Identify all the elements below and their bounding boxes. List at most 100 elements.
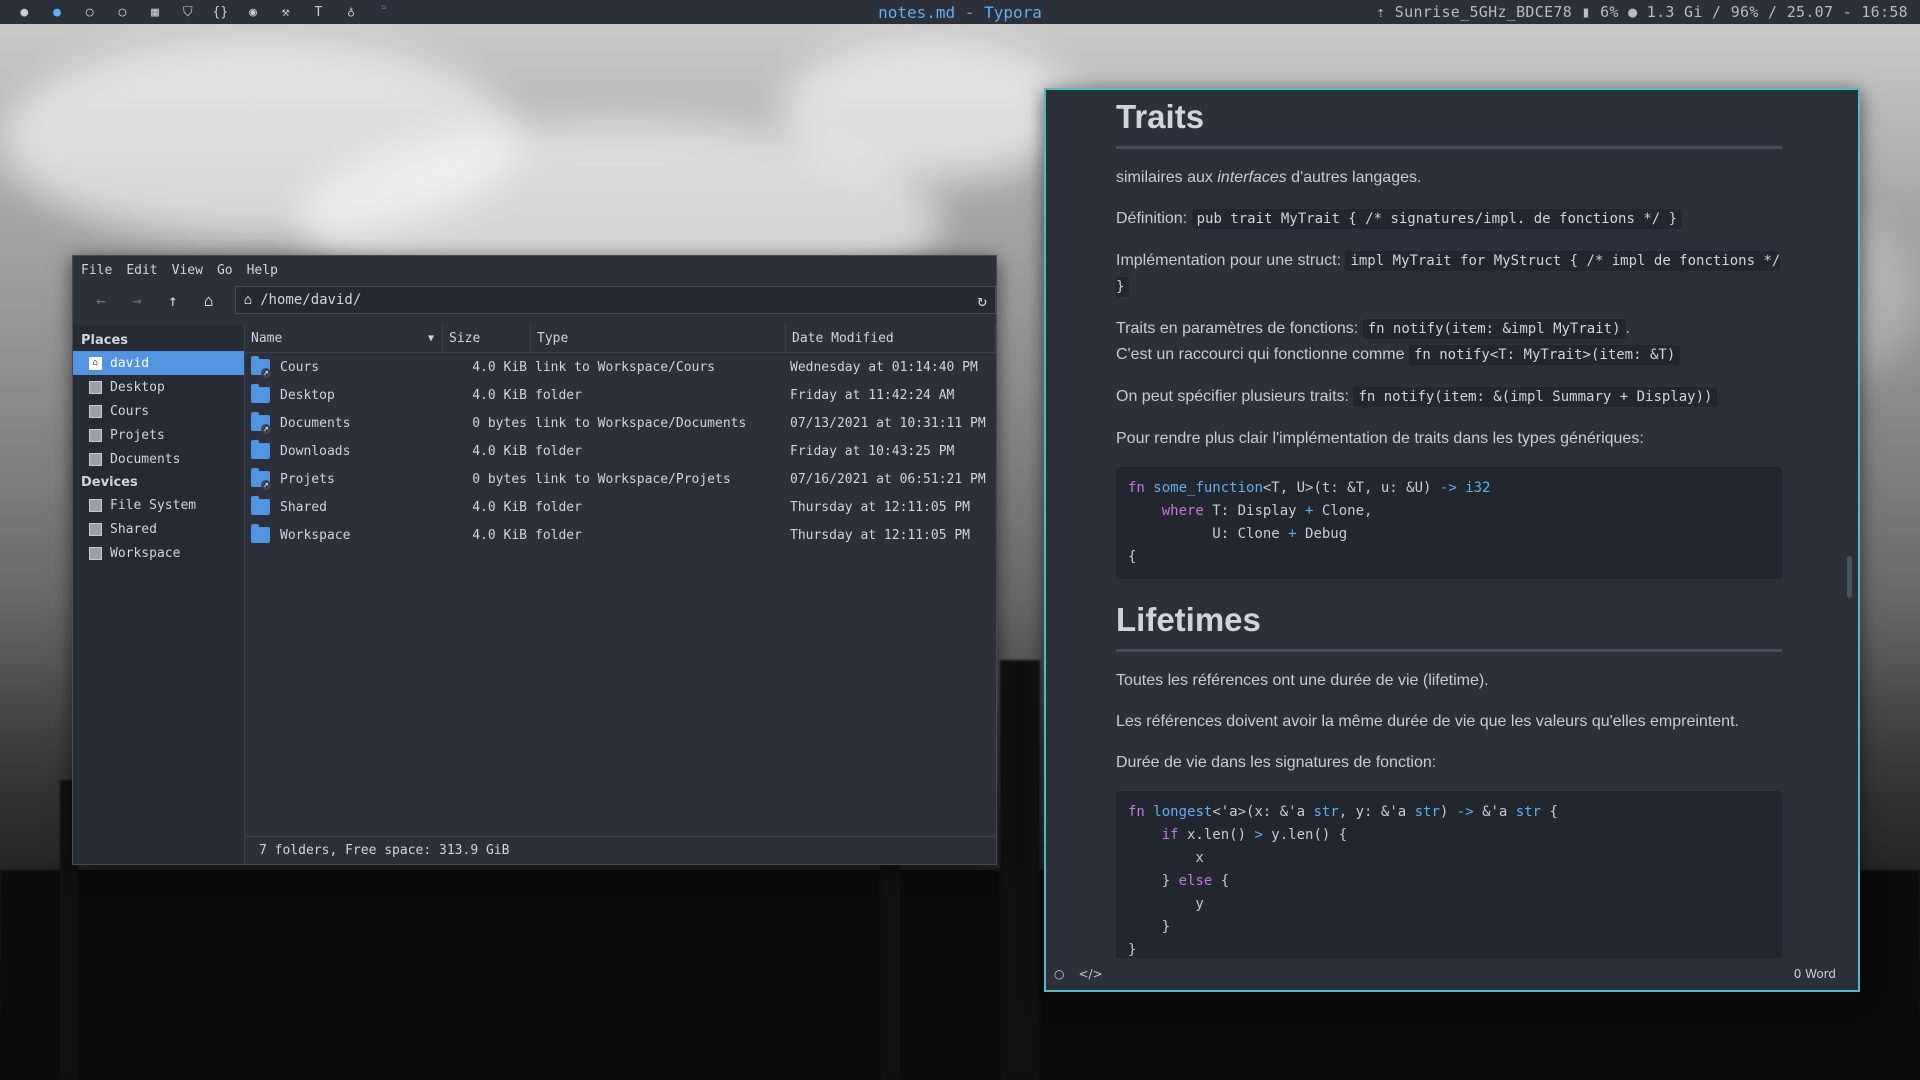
paragraph: Implémentation pour une struct: impl MyT… [1116, 248, 1782, 300]
sidebar-item-label: Shared [110, 521, 157, 537]
sidebar-item-label: david [110, 355, 150, 371]
file-size: 4.0 KiB [472, 359, 527, 375]
file-type: link to Workspace/Cours [535, 359, 716, 375]
file-name: Projets [280, 471, 335, 487]
menu-help[interactable]: Help [247, 263, 278, 278]
workspace-3-icon[interactable]: ○ [73, 0, 106, 24]
dot-icon[interactable]: ▫ [367, 0, 400, 24]
workspace-2-icon[interactable]: ● [41, 0, 74, 24]
text-icon[interactable]: T [302, 0, 335, 24]
sidebar-item-file-system[interactable]: File System [73, 493, 244, 517]
table-row[interactable]: Documents 0 bytes link to Workspace/Docume… [245, 409, 996, 437]
folder-icon [89, 380, 102, 394]
column-type[interactable]: Type [531, 325, 786, 352]
shield-icon[interactable]: ⛉ [171, 0, 204, 24]
sidebar-item-projets[interactable]: Projets [73, 423, 244, 447]
table-row[interactable]: Projets 0 bytes link to Workspace/Projets 0… [245, 465, 996, 493]
menu-file[interactable]: File [81, 263, 112, 278]
column-size[interactable]: Size [443, 325, 531, 352]
file-rows: Cours 4.0 KiB link to Workspace/Cours Wedne… [245, 353, 996, 549]
status-bar: 7 folders, Free space: 313.9 GiB [245, 836, 996, 864]
text: C'est un raccourci qui fonctionne comme [1116, 346, 1409, 363]
menu-go[interactable]: Go [217, 263, 233, 278]
file-name-cell: Downloads [245, 440, 443, 459]
file-list: Name ▼ Size Type Date Modified Cours 4.0 K… [245, 325, 996, 864]
table-row[interactable]: Downloads 4.0 KiB folder Friday at 10:43:25… [245, 437, 996, 465]
disc-icon[interactable]: ◉ [237, 0, 270, 24]
inline-code: fn notify<T: MyTrait>(item: &T) [1408, 345, 1681, 365]
sidebar: Places ⌂ david Desktop Cours Projets Docu… [73, 325, 245, 864]
sidebar-item-documents[interactable]: Documents [73, 447, 244, 471]
file-name: Cours [280, 359, 320, 375]
file-manager-body: Places ⌂ david Desktop Cours Projets Docu… [73, 325, 996, 864]
home-icon[interactable]: ⌂ [191, 286, 227, 314]
sidebar-item-workspace[interactable]: Workspace [73, 541, 244, 565]
sidebar-item-label: Workspace [110, 545, 181, 561]
column-date-modified[interactable]: Date Modified [786, 325, 996, 352]
outline-toggle-icon[interactable]: ○ [1054, 967, 1064, 981]
file-date: Thursday at 12:11:05 PM [790, 527, 971, 543]
top-bar: ● ● ○ ○ ▦ ⛉ {} ◉ ⚒ T ♁ ▫ notes.md - Typo… [0, 0, 1920, 24]
word-count[interactable]: 0 Word [1794, 967, 1858, 981]
sidebar-item-cours[interactable]: Cours [73, 399, 244, 423]
sidebar-item-shared[interactable]: Shared [73, 517, 244, 541]
folder-link-icon [251, 412, 271, 434]
sidebar-item-label: Cours [110, 403, 150, 419]
workspace-1-icon[interactable]: ● [8, 0, 41, 24]
folder-icon [251, 384, 270, 403]
file-size: 4.0 KiB [472, 527, 527, 543]
toolbar: ← → ↑ ⌂ ⌂ /home/david/ ↻ [73, 284, 997, 316]
file-size: 4.0 KiB [472, 387, 527, 403]
typora-window: Traits similaires aux interfaces d'autre… [1044, 88, 1860, 992]
file-type: link to Workspace/Documents [535, 415, 747, 431]
text: On peut spécifier plusieurs traits: [1116, 388, 1354, 405]
sidebar-item-label: Projets [110, 427, 165, 443]
column-name-label: Name [251, 331, 283, 346]
forward-icon[interactable]: → [119, 286, 155, 314]
sidebar-item-desktop[interactable]: Desktop [73, 375, 244, 399]
reload-icon[interactable]: ↻ [977, 291, 987, 310]
code-block-generics[interactable]: fn some_function<T, U>(t: &T, u: &U) -> … [1116, 467, 1782, 579]
back-icon[interactable]: ← [83, 286, 119, 314]
folder-icon [89, 404, 102, 418]
file-date: Friday at 10:43:25 PM [790, 443, 955, 459]
column-name[interactable]: Name ▼ [245, 325, 443, 352]
file-name: Shared [280, 499, 327, 515]
heading-lifetimes: Lifetimes [1116, 601, 1782, 652]
grid-icon[interactable]: ▦ [139, 0, 172, 24]
text: Implémentation pour une struct: [1116, 252, 1346, 269]
scrollbar[interactable] [1847, 556, 1852, 598]
document[interactable]: Traits similaires aux interfaces d'autre… [1116, 90, 1782, 990]
table-row[interactable]: Desktop 4.0 KiB folder Friday at 11:42:24 A… [245, 381, 996, 409]
menu-view[interactable]: View [172, 263, 203, 278]
menu-bar: File Edit View Go Help [73, 256, 996, 284]
paragraph: On peut spécifier plusieurs traits: fn n… [1116, 384, 1782, 410]
drop-icon[interactable]: ♁ [335, 0, 368, 24]
code-block-longest[interactable]: fn longest<'a>(x: &'a str, y: &'a str) -… [1116, 791, 1782, 972]
file-type: folder [535, 443, 582, 459]
up-icon[interactable]: ↑ [155, 286, 191, 314]
inline-code: fn notify(item: &(impl Summary + Display… [1353, 387, 1718, 407]
file-size: 4.0 KiB [472, 499, 527, 515]
sort-down-icon: ▼ [427, 333, 434, 344]
folder-icon [251, 496, 270, 515]
file-name-cell: Documents [245, 412, 443, 434]
file-name-cell: Cours [245, 356, 443, 378]
emphasis: interfaces [1217, 169, 1287, 186]
location-bar[interactable]: ⌂ /home/david/ ↻ [234, 286, 997, 314]
file-name-cell: Shared [245, 496, 443, 515]
table-row[interactable]: Workspace 4.0 KiB folder Thursday at 12:11:… [245, 521, 996, 549]
source-code-icon[interactable]: </> [1078, 967, 1102, 981]
wrench-icon[interactable]: ⚒ [269, 0, 302, 24]
sidebar-item-david[interactable]: ⌂ david [73, 351, 244, 375]
file-size: 0 bytes [472, 415, 527, 431]
file-manager-window: File Edit View Go Help ← → ↑ ⌂ ⌂ /home/d… [72, 255, 997, 865]
table-row[interactable]: Cours 4.0 KiB link to Workspace/Cours Wedne… [245, 353, 996, 381]
menu-edit[interactable]: Edit [126, 263, 157, 278]
file-size: 0 bytes [472, 471, 527, 487]
table-row[interactable]: Shared 4.0 KiB folder Thursday at 12:11:05 … [245, 493, 996, 521]
text: similaires aux [1116, 169, 1218, 186]
braces-icon[interactable]: {} [204, 0, 237, 24]
workspace-4-icon[interactable]: ○ [106, 0, 139, 24]
sidebar-item-label: Desktop [110, 379, 165, 395]
